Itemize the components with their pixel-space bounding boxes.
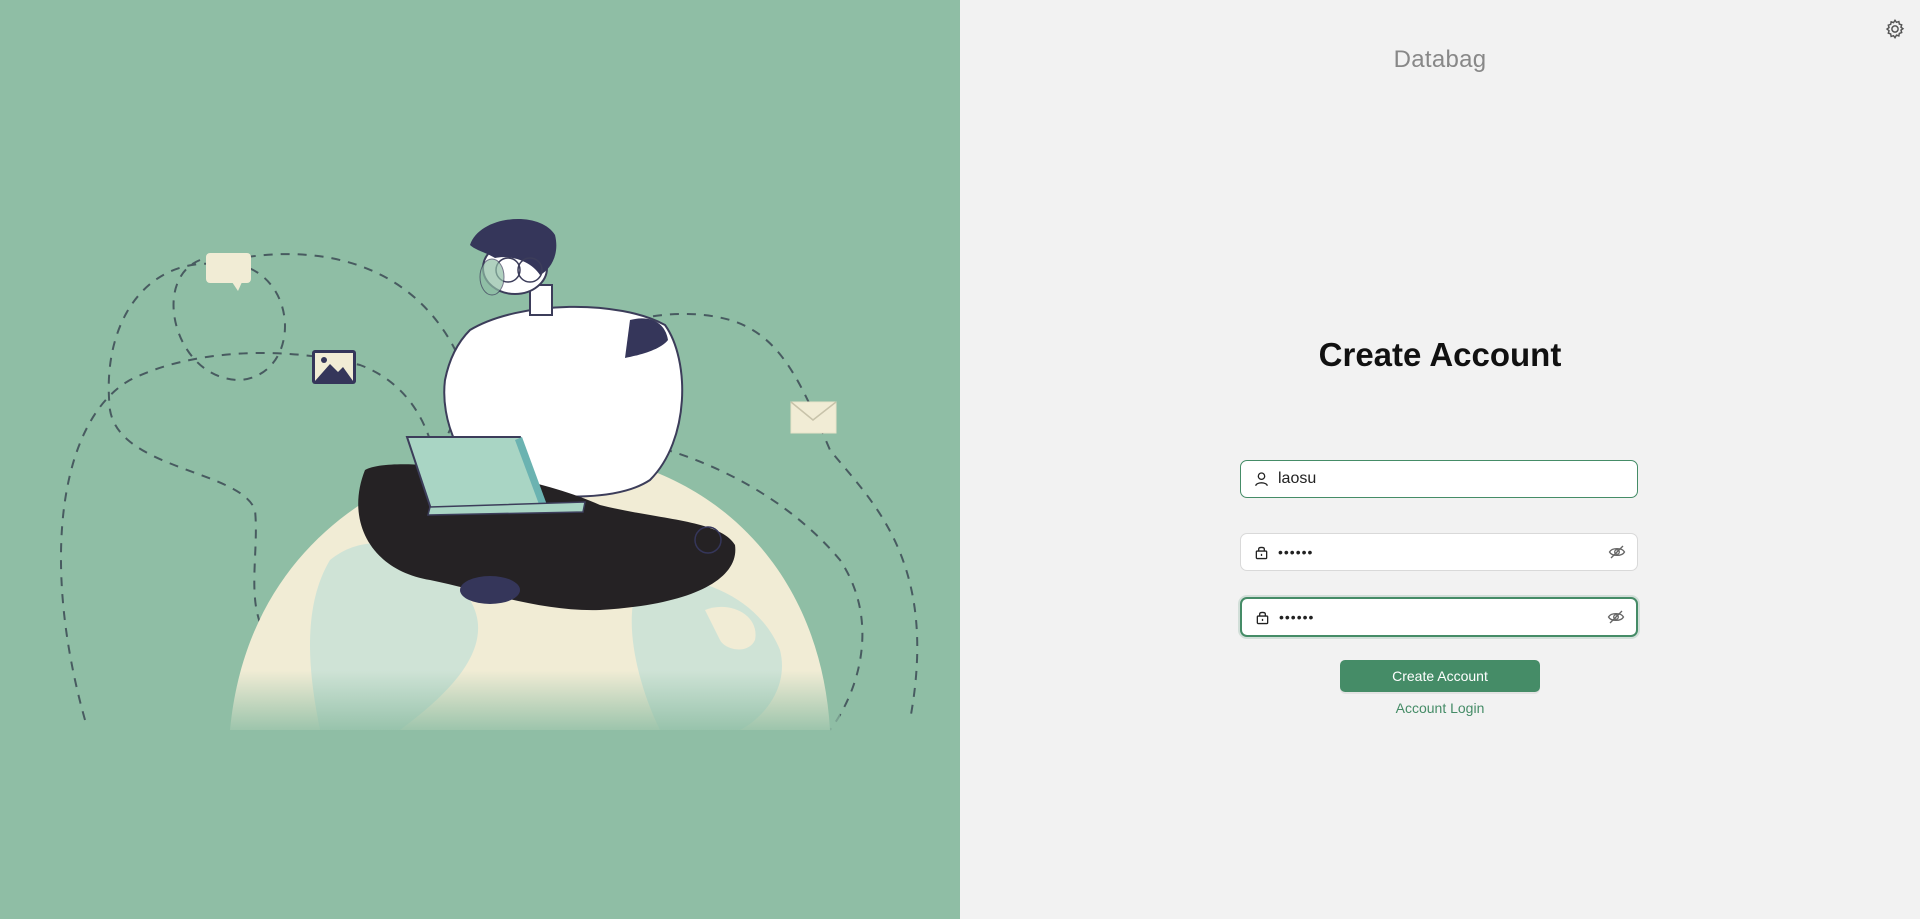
user-icon: [1252, 470, 1270, 488]
illustration: [59, 218, 919, 740]
eye-invisible-icon[interactable]: [1606, 607, 1626, 627]
create-account-button[interactable]: Create Account: [1340, 660, 1540, 692]
illustration-panel: [0, 0, 960, 919]
settings-gear-icon[interactable]: [1884, 18, 1906, 40]
login-panel: Databag Create Account laosu Create Acco…: [960, 0, 1920, 919]
confirm-password-input[interactable]: [1275, 599, 1606, 635]
password-field[interactable]: [1240, 533, 1638, 571]
envelope-icon: [790, 401, 837, 434]
lock-icon: [1252, 543, 1270, 561]
password-input[interactable]: [1274, 534, 1607, 570]
app-name: Databag: [1393, 46, 1487, 73]
confirm-password-field[interactable]: [1240, 597, 1638, 637]
username-field[interactable]: [1240, 460, 1638, 498]
page-title: Create Account: [1318, 336, 1562, 373]
eye-invisible-icon[interactable]: [1607, 542, 1627, 562]
picture-icon: [312, 350, 356, 384]
lock-icon: [1253, 608, 1271, 626]
chat-bubble-icon: [206, 253, 251, 291]
person-figure: [358, 218, 736, 611]
account-login-link[interactable]: Account Login: [960, 700, 1920, 716]
username-input[interactable]: [1274, 461, 1637, 497]
